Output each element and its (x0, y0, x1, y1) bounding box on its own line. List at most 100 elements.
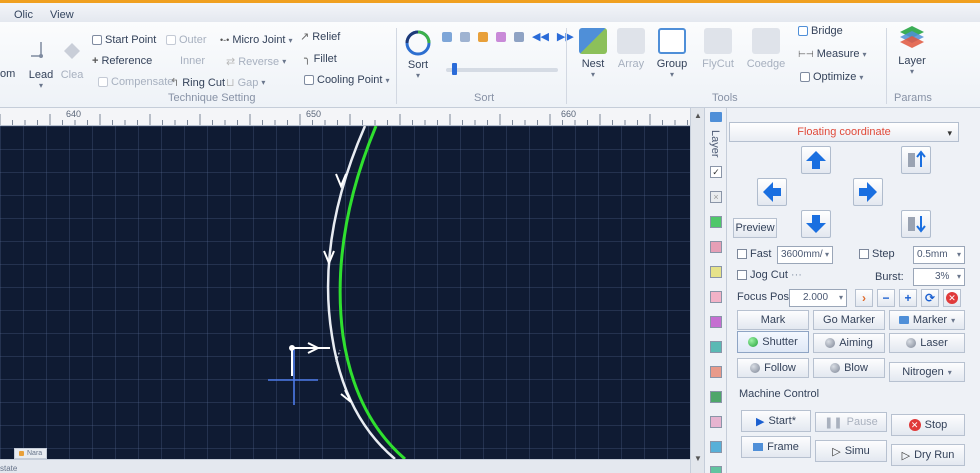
layer-swatch[interactable] (710, 391, 722, 403)
z-down-button[interactable] (901, 210, 931, 238)
go-marker-label: Go Marker (823, 314, 875, 326)
optimize-button[interactable]: Optimize ▾ (800, 71, 863, 83)
fillet-button[interactable]: ╮ Fillet (304, 52, 337, 66)
layer-swatch[interactable]: ✓ (710, 166, 722, 178)
layer-swatch[interactable] (710, 441, 722, 453)
plus-icon: + (904, 291, 912, 305)
sort-slider-thumb[interactable] (451, 63, 457, 75)
reverse-button[interactable]: ⇄ Reverse ▾ (226, 55, 286, 69)
jog-cut-checkbox[interactable]: Jog Cut ··· (737, 269, 802, 281)
focus-pos-input[interactable]: 2.000 ▾ (789, 289, 847, 307)
array-button[interactable]: Array (616, 28, 646, 70)
shutter-button[interactable]: Shutter (737, 331, 809, 353)
jog-up-button[interactable] (801, 146, 831, 174)
bridge-button[interactable]: Bridge (798, 25, 843, 37)
dry-run-button[interactable]: ▷ Dry Run (891, 444, 965, 466)
sort-button[interactable]: Sort ▾ (404, 30, 432, 80)
start-button[interactable]: ▶ Start* (741, 410, 811, 432)
flycut-button[interactable]: FlyCut (698, 28, 738, 70)
status-tab[interactable]: Nara (14, 448, 48, 459)
rewind-icon[interactable]: ◀◀ (532, 32, 549, 43)
follow-button[interactable]: Follow (737, 358, 809, 378)
sort-tool-4-icon[interactable] (496, 32, 506, 42)
top-menu-bar: Olic View (0, 0, 980, 22)
jog-down-button[interactable] (801, 210, 831, 238)
burst-select[interactable]: 3% ▾ (913, 268, 965, 286)
speed-select[interactable]: 3600mm/▾ (777, 246, 833, 264)
outer-button[interactable]: Outer (166, 34, 207, 46)
group-button[interactable]: Group ▾ (654, 28, 690, 79)
layer-swatch[interactable] (710, 466, 722, 473)
step-checkbox[interactable]: Step (859, 248, 895, 260)
mark-button[interactable]: Mark (737, 310, 809, 330)
compensate-button[interactable]: Compensate (98, 76, 173, 88)
layer-swatch[interactable]: × (710, 191, 722, 203)
clear-button[interactable]: Clea (58, 38, 86, 81)
aiming-button[interactable]: Aiming (813, 333, 885, 353)
pause-button[interactable]: ❚❚ Pause (815, 412, 887, 432)
vertical-scrollbar[interactable]: ▲ ▼ (690, 108, 704, 473)
ring-cut-button[interactable]: ↰ Ring Cut (170, 76, 225, 90)
sort-tool-2-icon[interactable] (460, 32, 470, 42)
preview-button[interactable]: Preview (733, 218, 777, 238)
cut-path-contour[interactable] (326, 126, 396, 459)
coedge-button[interactable]: Coedge (744, 28, 788, 70)
gap-button[interactable]: ⊔ Gap ▾ (226, 76, 265, 90)
marker-button[interactable]: Marker ▾ (889, 310, 965, 330)
blow-status-icon (830, 363, 841, 373)
layer-swatch[interactable] (710, 291, 722, 303)
scroll-down-icon[interactable]: ▼ (694, 454, 702, 463)
measure-button[interactable]: ⊢⊣ Measure ▾ (798, 48, 867, 60)
blow-button[interactable]: Blow (813, 358, 885, 378)
sort-tool-1-icon[interactable] (442, 32, 452, 42)
simu-button[interactable]: ▷ Simu (815, 440, 887, 462)
sort-tool-3-icon[interactable] (478, 32, 488, 42)
jog-right-button[interactable] (853, 178, 883, 206)
status-tab-label: Nara (27, 450, 43, 457)
jog-left-button[interactable] (757, 178, 787, 206)
ruler-label-660: 660 (561, 109, 577, 119)
focus-plus-button[interactable]: + (899, 289, 917, 307)
green-path-contour[interactable] (338, 126, 406, 459)
micro-joint-button[interactable]: •-• Micro Joint ▾ (220, 34, 293, 46)
menu-item-olic[interactable]: Olic (14, 9, 33, 21)
fast-checkbox[interactable]: Fast (737, 248, 771, 260)
start-point-icon (92, 35, 102, 45)
frame-button[interactable]: Frame (741, 436, 811, 458)
follow-status-icon (750, 363, 761, 373)
inner-button[interactable]: Inner (180, 55, 205, 67)
layer-swatch[interactable] (710, 341, 722, 353)
layer-swatch[interactable] (710, 416, 722, 428)
laser-button[interactable]: Laser (889, 333, 965, 353)
group-icon (658, 28, 686, 54)
nest-button[interactable]: Nest ▾ (576, 28, 610, 79)
layer-swatch[interactable] (710, 366, 722, 378)
coordinate-select[interactable]: Floating coordinate ▾ (729, 122, 959, 142)
layer-swatch[interactable] (710, 216, 722, 228)
z-up-button[interactable] (901, 146, 931, 174)
go-marker-button[interactable]: Go Marker (813, 310, 885, 330)
cooling-point-button[interactable]: Cooling Point ▾ (304, 74, 389, 86)
scroll-up-icon[interactable]: ▲ (694, 111, 702, 120)
layer-swatch[interactable] (710, 316, 722, 328)
stop-button[interactable]: ✕ Stop (891, 414, 965, 436)
focus-apply-button[interactable]: › (855, 289, 873, 307)
relief-button[interactable]: ↗ Relief (300, 30, 340, 44)
start-point-button[interactable]: Start Point (92, 34, 156, 46)
sort-tool-5-icon[interactable] (514, 32, 524, 42)
drawing-canvas[interactable] (0, 126, 690, 459)
lead-button[interactable]: Lead ▾ (26, 38, 56, 90)
step-select[interactable]: 0.5mm ▾ (913, 246, 965, 264)
layer-button[interactable]: Layer ▾ (894, 22, 930, 76)
cut-left-button[interactable]: om (0, 44, 15, 80)
layer-swatch[interactable] (710, 266, 722, 278)
reference-button[interactable]: + Reference (92, 55, 152, 67)
focus-minus-button[interactable]: − (877, 289, 895, 307)
layer-swatch[interactable] (710, 241, 722, 253)
menu-item-view[interactable]: View (50, 9, 74, 21)
sort-progress-slider[interactable] (446, 63, 558, 75)
nitrogen-select[interactable]: Nitrogen ▾ (889, 362, 965, 382)
focus-cancel-button[interactable]: ✕ (943, 289, 961, 307)
pause-label: Pause (846, 416, 878, 428)
focus-refresh-button[interactable]: ⟳ (921, 289, 939, 307)
